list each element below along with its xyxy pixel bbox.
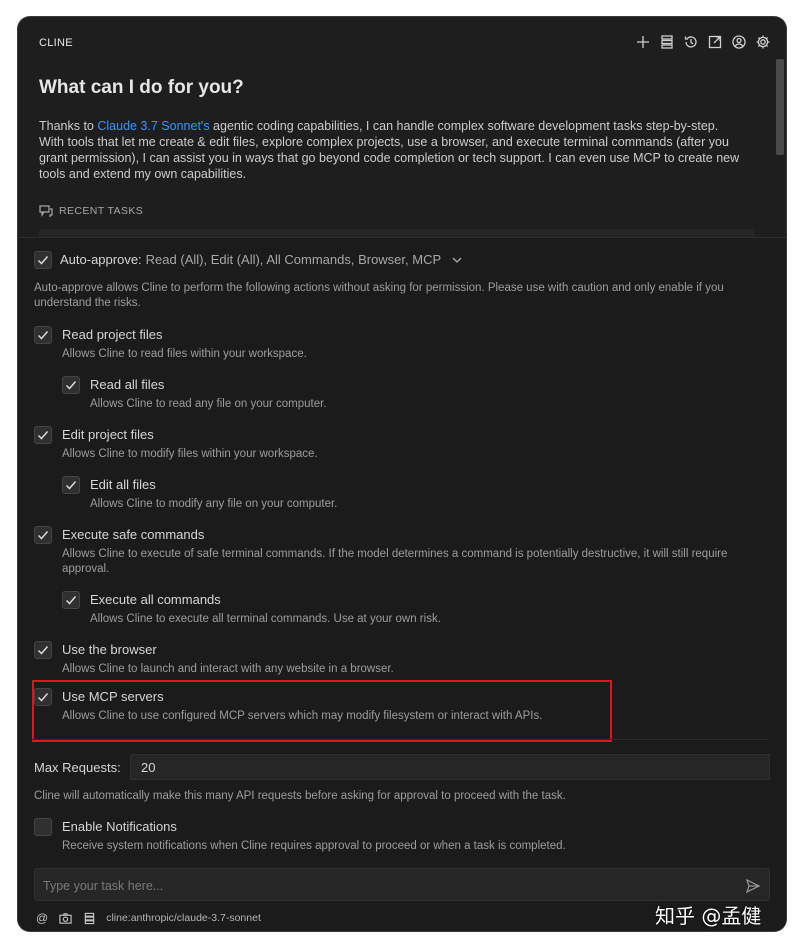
new-task-button[interactable] <box>634 33 652 51</box>
app-title: CLINE <box>39 37 73 49</box>
intro-text: Thanks to Claude 3.7 Sonnet's agentic co… <box>39 118 744 182</box>
execute-safe-commands-desc: Allows Cline to execute of safe terminal… <box>62 548 728 575</box>
auto-approve-checkbox[interactable] <box>34 251 52 269</box>
model-link[interactable]: Claude 3.7 Sonnet's <box>97 119 209 133</box>
max-requests-label: Max Requests: <box>34 760 121 775</box>
chevron-down-icon <box>452 257 462 263</box>
execute-all-commands-desc: Allows Cline to execute all terminal com… <box>90 613 441 625</box>
recent-tasks-header: RECENT TASKS <box>39 205 143 217</box>
comment-discussion-icon <box>39 205 53 217</box>
task-input-container <box>34 868 770 901</box>
popout-button[interactable] <box>706 33 724 51</box>
send-button[interactable] <box>745 878 761 894</box>
watermark: 知乎 @孟健 <box>655 904 762 928</box>
edit-all-files-checkbox[interactable] <box>62 476 80 494</box>
edit-project-files-checkbox[interactable] <box>34 426 52 444</box>
header: CLINE <box>18 17 786 67</box>
edit-all-files-desc: Allows Cline to modify any file on your … <box>90 498 338 510</box>
check-icon <box>37 256 49 265</box>
recent-tasks-list <box>39 229 754 237</box>
check-icon <box>65 381 77 390</box>
check-icon <box>65 481 77 490</box>
read-all-files-label: Read all files <box>90 377 165 392</box>
intro-prefix: Thanks to <box>39 119 98 133</box>
history-button[interactable] <box>682 33 700 51</box>
account-icon <box>732 35 746 49</box>
server-icon <box>661 35 673 49</box>
cline-window: CLINE What can I do for you? Thanks to C <box>18 17 786 931</box>
mcp-button[interactable] <box>82 911 96 925</box>
toolbar <box>634 33 772 51</box>
history-icon <box>684 36 697 48</box>
auto-approve-label: Auto-approve: <box>60 252 142 267</box>
enable-notifications-desc: Receive system notifications when Cline … <box>62 840 566 852</box>
send-icon <box>745 878 761 894</box>
enable-notifications-label: Enable Notifications <box>62 819 177 834</box>
highlight-box <box>32 680 612 742</box>
gear-icon <box>756 35 770 49</box>
task-input[interactable] <box>43 877 733 895</box>
check-icon <box>65 596 77 605</box>
add-image-button[interactable] <box>58 911 72 925</box>
max-requests-input[interactable] <box>130 754 770 780</box>
execute-all-commands-checkbox[interactable] <box>62 591 80 609</box>
use-browser-desc: Allows Cline to launch and interact with… <box>62 663 394 675</box>
read-project-files-checkbox[interactable] <box>34 326 52 344</box>
server-icon <box>84 912 94 924</box>
external-link-icon <box>708 35 722 49</box>
execute-safe-commands-label: Execute safe commands <box>62 527 205 542</box>
read-all-files-checkbox[interactable] <box>62 376 80 394</box>
check-icon <box>37 431 49 440</box>
recent-tasks-label: RECENT TASKS <box>59 205 144 217</box>
read-project-files-label: Read project files <box>62 327 163 342</box>
read-all-files-desc: Allows Cline to read any file on your co… <box>90 398 327 410</box>
scrollbar[interactable] <box>776 59 784 155</box>
plus-icon <box>637 36 649 48</box>
mention-button[interactable]: @ <box>36 911 48 925</box>
use-browser-checkbox[interactable] <box>34 641 52 659</box>
account-button[interactable] <box>730 33 748 51</box>
footer-bar: @ cline:anthropic/claude-3.7-sonnet <box>36 910 261 926</box>
enable-notifications-checkbox[interactable] <box>34 818 52 836</box>
execute-all-commands-label: Execute all commands <box>90 592 221 607</box>
edit-all-files-label: Edit all files <box>90 477 156 492</box>
read-project-files-desc: Allows Cline to read files within your w… <box>62 348 307 360</box>
check-icon <box>37 331 49 340</box>
divider <box>32 739 768 740</box>
auto-approve-toggle[interactable]: Auto-approve: Read (All), Edit (All), Al… <box>60 252 463 267</box>
model-selector[interactable]: cline:anthropic/claude-3.7-sonnet <box>106 912 261 924</box>
auto-approve-description: Auto-approve allows Cline to perform the… <box>34 282 724 309</box>
check-icon <box>37 531 49 540</box>
auto-approve-values: Read (All), Edit (All), All Commands, Br… <box>145 252 442 267</box>
edit-project-files-desc: Allows Cline to modify files within your… <box>62 448 318 460</box>
settings-button[interactable] <box>754 33 772 51</box>
mcp-servers-button[interactable] <box>658 33 676 51</box>
max-requests-description: Cline will automatically make this many … <box>34 790 566 802</box>
use-browser-label: Use the browser <box>62 642 157 657</box>
camera-icon <box>59 912 72 924</box>
hero-title: What can I do for you? <box>39 77 244 98</box>
edit-project-files-label: Edit project files <box>62 427 154 442</box>
check-icon <box>37 646 49 655</box>
execute-safe-commands-checkbox[interactable] <box>34 526 52 544</box>
